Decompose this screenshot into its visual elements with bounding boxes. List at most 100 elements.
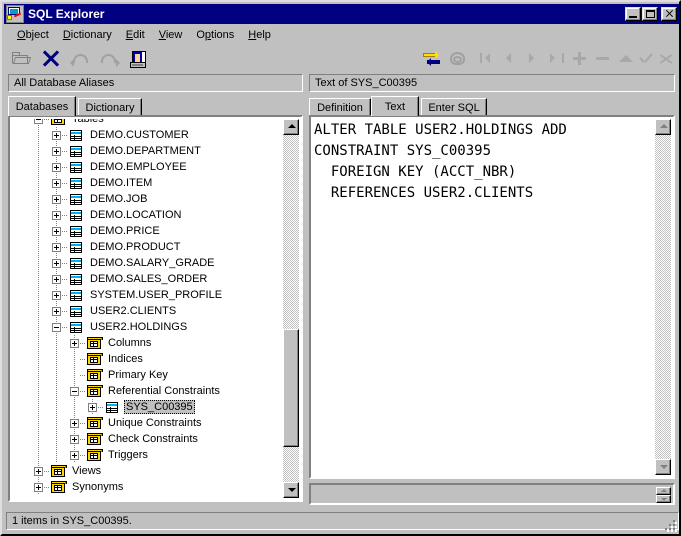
tree-item[interactable]: Views <box>12 463 299 479</box>
expand-icon[interactable] <box>88 403 97 412</box>
tab-enter-sql[interactable]: Enter SQL <box>421 98 487 116</box>
sql-explorer-icon[interactable] <box>6 5 24 23</box>
minimize-button[interactable] <box>625 7 641 21</box>
tree-item[interactable]: DEMO.ITEM <box>12 175 299 191</box>
resize-grip[interactable] <box>663 518 677 532</box>
expand-icon[interactable] <box>52 243 61 252</box>
text-scroll-down-button[interactable] <box>655 459 671 475</box>
tree-item[interactable]: SYS_C00395 <box>12 399 299 415</box>
maximize-button[interactable] <box>642 7 658 21</box>
expand-icon[interactable] <box>52 147 61 156</box>
expand-icon[interactable] <box>52 179 61 188</box>
menu-dictionary[interactable]: Dictionary <box>56 27 119 43</box>
expand-icon[interactable] <box>52 259 61 268</box>
collapse-icon[interactable] <box>52 323 61 332</box>
tree-item[interactable]: Check Constraints <box>12 431 299 447</box>
expand-icon[interactable] <box>52 227 61 236</box>
object-tree-panel[interactable]: Tables DEMO.CUSTOMER DEMO.DEPARTMENT DEMO.E… <box>8 115 303 502</box>
tree-indent-guide <box>56 335 57 351</box>
tree-scroll-thumb[interactable] <box>283 329 299 447</box>
next-record-icon[interactable] <box>523 48 545 69</box>
swap-arrows-icon[interactable] <box>421 48 443 69</box>
tree-item[interactable]: Columns <box>12 335 299 351</box>
record-navigator-field[interactable] <box>309 483 675 505</box>
report-icon[interactable] <box>129 48 151 69</box>
tree-item[interactable]: DEMO.SALES_ORDER <box>12 271 299 287</box>
expand-icon[interactable] <box>34 483 43 492</box>
cancel-edit-icon[interactable] <box>655 48 677 69</box>
refresh-swirl-icon[interactable] <box>447 48 469 69</box>
tree-item[interactable]: DEMO.PRODUCT <box>12 239 299 255</box>
tree-item[interactable]: Triggers <box>12 447 299 463</box>
tree-indent-guide <box>38 255 39 271</box>
tree-scroll-up-button[interactable] <box>283 119 299 135</box>
tree-item[interactable]: DEMO.EMPLOYEE <box>12 159 299 175</box>
menu-options[interactable]: Options <box>189 27 241 43</box>
close-button[interactable] <box>661 7 677 21</box>
tree-item[interactable]: DEMO.CUSTOMER <box>12 127 299 143</box>
tree-item[interactable]: Synonyms <box>12 479 299 495</box>
tree-item[interactable]: SYSTEM.USER_PROFILE <box>12 287 299 303</box>
tree-scroll-down-button[interactable] <box>283 482 299 498</box>
spinner-up-button[interactable] <box>656 487 671 495</box>
tree-item-label: Views <box>72 465 102 477</box>
tree-item[interactable]: Referential Constraints <box>12 383 299 399</box>
expand-icon[interactable] <box>70 435 79 444</box>
last-record-icon[interactable] <box>546 48 568 69</box>
collapse-icon[interactable] <box>70 387 79 396</box>
expand-icon[interactable] <box>52 131 61 140</box>
tab-databases[interactable]: Databases <box>8 96 76 116</box>
redo-icon[interactable] <box>98 48 120 69</box>
tree-item[interactable]: DEMO.SALARY_GRADE <box>12 255 299 271</box>
tree-item[interactable]: Tables <box>12 119 299 127</box>
sql-text-panel[interactable]: ALTER TABLE USER2.HOLDINGS ADD CONSTRAIN… <box>309 115 675 479</box>
first-record-icon[interactable] <box>477 48 499 69</box>
tab-definition[interactable]: Definition <box>309 98 371 116</box>
menu-edit[interactable]: Edit <box>119 27 152 43</box>
expand-icon[interactable] <box>52 291 61 300</box>
tree-item[interactable]: USER2.CLIENTS <box>12 303 299 319</box>
menu-object[interactable]: Object <box>10 27 56 43</box>
delete-record-icon[interactable] <box>592 48 614 69</box>
tab-dictionary[interactable]: Dictionary <box>78 98 142 116</box>
expand-icon[interactable] <box>70 339 79 348</box>
expand-icon[interactable] <box>52 307 61 316</box>
open-icon[interactable] <box>10 48 32 69</box>
spinner-down-button[interactable] <box>656 495 671 503</box>
menu-help[interactable]: Help <box>241 27 278 43</box>
tree-item[interactable]: Primary Key <box>12 367 299 383</box>
tree-item[interactable]: DEMO.PRICE <box>12 223 299 239</box>
object-tree[interactable]: Tables DEMO.CUSTOMER DEMO.DEPARTMENT DEMO.E… <box>12 119 299 498</box>
tab-text[interactable]: Text <box>371 96 419 116</box>
tree-item[interactable]: Unique Constraints <box>12 415 299 431</box>
text-vertical-scrollbar[interactable] <box>655 119 671 475</box>
expand-icon[interactable] <box>52 163 61 172</box>
undo-icon[interactable] <box>70 48 92 69</box>
tree-vertical-scrollbar[interactable] <box>283 119 299 498</box>
collapse-icon[interactable] <box>34 119 43 124</box>
tree-item[interactable]: DEMO.DEPARTMENT <box>12 143 299 159</box>
expand-icon[interactable] <box>52 211 61 220</box>
tree-item[interactable]: USER2.HOLDINGS <box>12 319 299 335</box>
folder-icon <box>86 337 103 350</box>
folder-icon <box>86 417 103 430</box>
post-edit-icon[interactable] <box>635 48 657 69</box>
previous-record-icon[interactable] <box>500 48 522 69</box>
refresh-record-icon[interactable] <box>677 48 681 69</box>
expand-icon[interactable] <box>34 467 43 476</box>
expand-icon[interactable] <box>70 451 79 460</box>
record-spinner[interactable] <box>656 487 671 503</box>
menu-view[interactable]: View <box>152 27 190 43</box>
tree-item[interactable]: Indices <box>12 351 299 367</box>
title-bar[interactable]: SQL Explorer <box>4 4 679 24</box>
tree-item[interactable]: DEMO.JOB <box>12 191 299 207</box>
tree-item-label: USER2.CLIENTS <box>90 305 177 317</box>
tree-item[interactable]: DEMO.LOCATION <box>12 207 299 223</box>
expand-icon[interactable] <box>52 195 61 204</box>
text-scroll-up-button[interactable] <box>655 119 671 135</box>
insert-record-icon[interactable] <box>569 48 591 69</box>
expand-icon[interactable] <box>52 275 61 284</box>
delete-x-icon[interactable] <box>40 48 62 69</box>
expand-icon[interactable] <box>70 419 79 428</box>
edit-record-icon[interactable] <box>615 48 637 69</box>
